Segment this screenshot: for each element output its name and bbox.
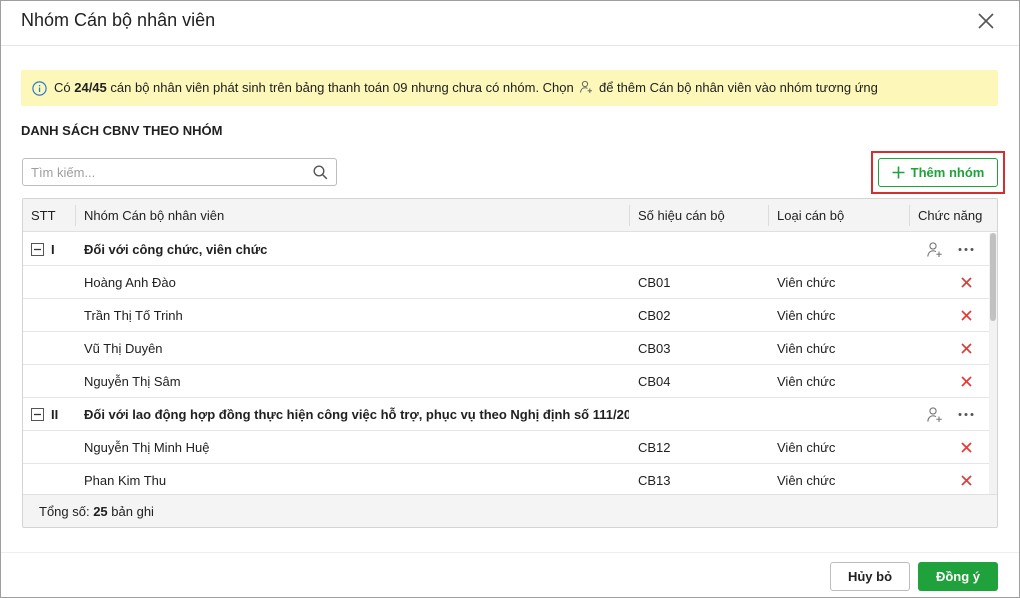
delete-icon[interactable] [961, 277, 972, 288]
group-name: Đối với lao động hợp đồng thực hiện công… [84, 407, 629, 422]
group-table: STT Nhóm Cán bộ nhân viên Số hiệu cán bộ… [22, 198, 998, 528]
add-person-icon[interactable] [926, 406, 943, 423]
employee-code: CB04 [638, 374, 671, 389]
dialog-header: Nhóm Cán bộ nhân viên [1, 1, 1019, 46]
employee-code: CB03 [638, 341, 671, 356]
dialog-body: Có 24/45 cán bộ nhân viên phát sinh trên… [1, 47, 1019, 552]
notice-prefix: Có [54, 80, 75, 95]
column-divider [768, 205, 769, 226]
employee-name: Nguyễn Thị Minh Huệ [84, 440, 210, 455]
employee-code: CB01 [638, 275, 671, 290]
scroll-thumb[interactable] [990, 233, 996, 321]
cancel-button[interactable]: Hủy bỏ [830, 562, 910, 591]
collapse-icon[interactable] [31, 243, 44, 256]
column-divider [75, 205, 76, 226]
table-row[interactable]: Nguyễn Thị Sâm CB04 Viên chức [23, 365, 989, 398]
notice-banner: Có 24/45 cán bộ nhân viên phát sinh trên… [21, 70, 998, 106]
employee-code: CB13 [638, 473, 671, 488]
column-type: Loại cán bộ [777, 208, 845, 223]
plus-icon [892, 166, 905, 179]
notice-suffix: để thêm Cán bộ nhân viên vào nhóm tương … [595, 80, 878, 95]
column-code: Số hiệu cán bộ [638, 208, 725, 223]
column-divider [909, 205, 910, 226]
table-row[interactable]: Hoàng Anh Đào CB01 Viên chức [23, 266, 989, 299]
more-icon[interactable] [957, 241, 975, 258]
column-stt: STT [31, 208, 56, 223]
collapse-icon[interactable] [31, 408, 44, 421]
dialog-title: Nhóm Cán bộ nhân viên [21, 10, 216, 30]
group-number: I [51, 242, 55, 257]
employee-name: Hoàng Anh Đào [84, 275, 176, 290]
search-icon[interactable] [313, 165, 328, 180]
section-title: DANH SÁCH CBNV THEO NHÓM [21, 123, 223, 138]
delete-icon[interactable] [961, 310, 972, 321]
total-unit: bản ghi [107, 504, 154, 519]
delete-icon[interactable] [961, 442, 972, 453]
column-divider [629, 205, 630, 226]
employee-name: Vũ Thị Duyên [84, 341, 163, 356]
table-body: I Đối với công chức, viên chức Hoàng Anh Đ… [23, 233, 989, 494]
ok-button[interactable]: Đồng ý [918, 562, 998, 591]
employee-type: Viên chức [777, 440, 836, 455]
employee-type: Viên chức [777, 374, 836, 389]
employee-code: CB12 [638, 440, 671, 455]
column-actions: Chức năng [918, 208, 983, 223]
dialog-footer: Hủy bỏ Đồng ý [1, 552, 1019, 597]
group-row[interactable]: I Đối với công chức, viên chức [23, 233, 989, 266]
table-row[interactable]: Nguyễn Thị Minh Huệ CB12 Viên chức [23, 431, 989, 464]
table-row[interactable]: Phan Kim Thu CB13 Viên chức [23, 464, 989, 494]
group-name: Đối với công chức, viên chức [84, 242, 268, 257]
group-row[interactable]: II Đối với lao động hợp đồng thực hiện cô… [23, 398, 989, 431]
search-input[interactable] [23, 159, 303, 185]
total-label: Tổng số: [39, 504, 94, 519]
close-icon[interactable] [975, 10, 997, 32]
search-box [22, 158, 337, 186]
add-group-button[interactable]: Thêm nhóm [878, 158, 998, 187]
add-person-icon [580, 80, 593, 93]
total-count: 25 [93, 504, 108, 519]
delete-icon[interactable] [961, 343, 972, 354]
table-header: STT Nhóm Cán bộ nhân viên Số hiệu cán bộ… [23, 199, 997, 232]
employee-type: Viên chức [777, 275, 836, 290]
notice-count: 24/45 [74, 80, 107, 95]
group-dialog: Nhóm Cán bộ nhân viên Có 24/45 cán bộ nh… [0, 0, 1020, 598]
employee-code: CB02 [638, 308, 671, 323]
column-name: Nhóm Cán bộ nhân viên [84, 208, 225, 223]
group-number: II [51, 407, 59, 422]
employee-name: Nguyễn Thị Sâm [84, 374, 181, 389]
employee-type: Viên chức [777, 473, 836, 488]
add-person-icon[interactable] [926, 241, 943, 258]
table-row[interactable]: Trần Thị Tố Trinh CB02 Viên chức [23, 299, 989, 332]
scrollbar[interactable] [989, 233, 997, 494]
table-row[interactable]: Vũ Thị Duyên CB03 Viên chức [23, 332, 989, 365]
dialog-content: Có 24/45 cán bộ nhân viên phát sinh trên… [1, 47, 1019, 552]
employee-name: Phan Kim Thu [84, 473, 167, 488]
table-footer: Tổng số: 25 bản ghi [23, 494, 997, 527]
more-icon[interactable] [957, 406, 975, 423]
employee-type: Viên chức [777, 341, 836, 356]
notice-middle: cán bộ nhân viên phát sinh trên bảng tha… [106, 80, 574, 95]
add-group-label: Thêm nhóm [910, 165, 985, 180]
delete-icon[interactable] [961, 475, 972, 486]
employee-type: Viên chức [777, 308, 836, 323]
delete-icon[interactable] [961, 376, 972, 387]
info-icon [32, 81, 47, 96]
employee-name: Trần Thị Tố Trinh [84, 308, 183, 323]
